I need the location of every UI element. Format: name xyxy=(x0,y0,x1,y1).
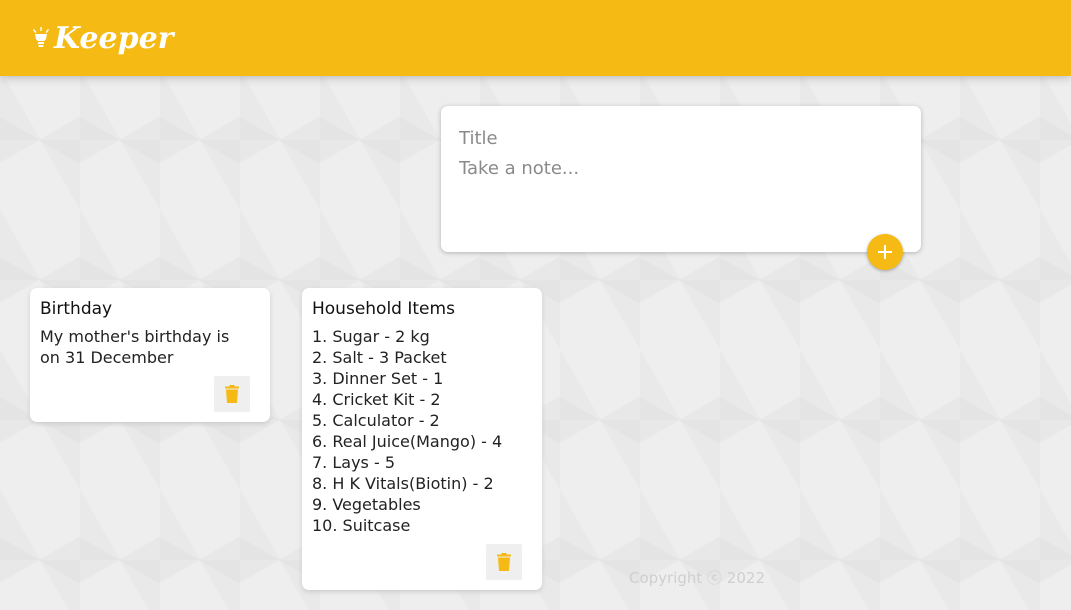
create-note-form xyxy=(441,106,921,252)
plus-icon xyxy=(878,245,892,259)
note-content: My mother's birthday is on 31 December xyxy=(40,327,230,367)
note-title: Household Items xyxy=(312,299,455,319)
light-bulb-icon xyxy=(32,27,50,47)
note-title-input[interactable] xyxy=(459,126,899,150)
brand: Keeper xyxy=(32,20,173,58)
copyright-text: Copyright ⓒ 2022 xyxy=(628,569,765,587)
brand-title: Keeper xyxy=(54,21,174,56)
add-note-button[interactable] xyxy=(867,234,903,270)
note-content: 1. Sugar - 2 kg 2. Salt - 3 Packet 3. Di… xyxy=(312,327,503,535)
app-header: Keeper xyxy=(0,0,1071,76)
delete-note-button[interactable] xyxy=(214,376,250,412)
trash-icon xyxy=(225,385,239,403)
note-card: Birthday My mother's birthday is on 31 D… xyxy=(30,288,270,422)
note-content-input[interactable] xyxy=(459,158,899,238)
footer: Copyright ⓒ 2022 xyxy=(0,567,1071,588)
note-card: Household Items 1. Sugar - 2 kg 2. Salt … xyxy=(302,288,542,590)
note-title: Birthday xyxy=(40,299,113,319)
